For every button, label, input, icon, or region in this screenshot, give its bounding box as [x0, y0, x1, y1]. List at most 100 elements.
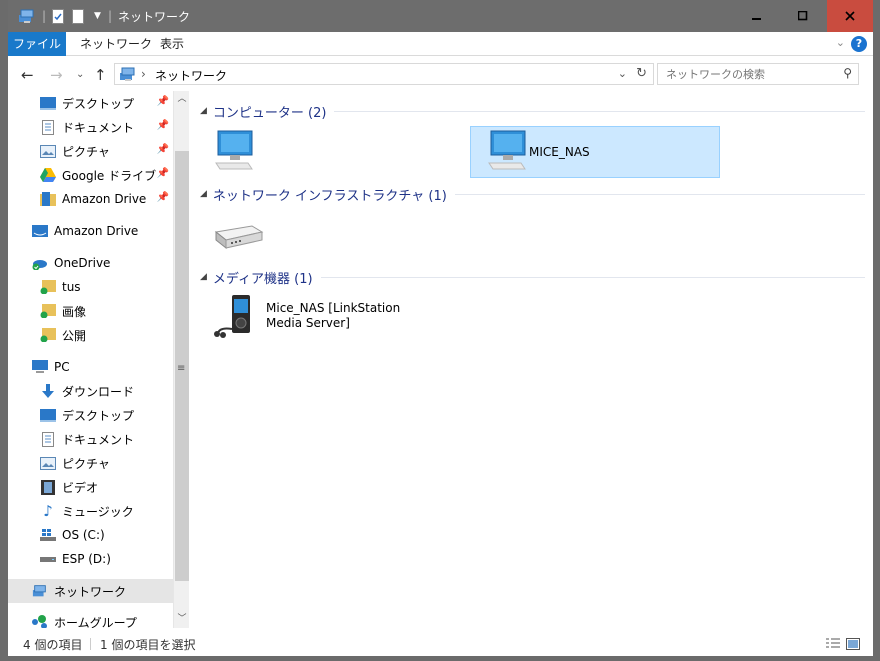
- details-view-icon[interactable]: [826, 638, 840, 653]
- scroll-up-icon[interactable]: ︿: [174, 91, 189, 108]
- nav-label: PC: [54, 360, 70, 374]
- nav-quick-pictures[interactable]: ピクチャ 📌: [8, 139, 173, 163]
- nav-label: デスクトップ: [62, 96, 135, 111]
- title-bar[interactable]: | ▼ | ネットワーク: [8, 0, 873, 32]
- pictures-icon: [40, 455, 56, 471]
- windows-drive-icon: [40, 527, 56, 543]
- nav-pc-pictures[interactable]: ピクチャ: [8, 451, 173, 475]
- nav-quick-amazon-drive[interactable]: Amazon Drive 📌: [8, 187, 173, 211]
- nav-pc-documents[interactable]: ドキュメント: [8, 427, 173, 451]
- nav-label: ネットワーク: [54, 584, 127, 599]
- pin-icon[interactable]: 📌: [157, 120, 169, 131]
- computer-item-mice-nas[interactable]: MICE_NAS: [470, 126, 720, 178]
- nav-onedrive[interactable]: OneDrive: [8, 251, 173, 275]
- forward-arrow-icon[interactable]: →: [50, 66, 63, 84]
- nav-amazon-drive[interactable]: Amazon Drive: [8, 219, 173, 243]
- nav-quick-google-drive[interactable]: Google ドライブ 📌: [8, 163, 173, 187]
- maximize-button[interactable]: [781, 0, 825, 32]
- breadcrumb-chevron-icon[interactable]: ›: [141, 67, 146, 81]
- search-icon[interactable]: ⚲: [843, 66, 852, 80]
- pin-icon[interactable]: 📌: [157, 144, 169, 155]
- group-header-media-devices[interactable]: ◢ メディア機器 (1): [200, 267, 865, 287]
- shared-folder-icon: [40, 327, 56, 343]
- status-bar: 4 個の項目 1 個の項目を選択: [8, 630, 873, 656]
- close-button[interactable]: [827, 0, 873, 32]
- nav-pc[interactable]: PC: [8, 355, 173, 379]
- large-icons-view-icon[interactable]: [846, 638, 860, 653]
- nav-onedrive-images[interactable]: 画像: [8, 299, 173, 323]
- customize-toolbar-icon[interactable]: ▼: [94, 6, 101, 26]
- nav-label: ミュージック: [62, 504, 134, 519]
- window-title: ネットワーク: [118, 10, 191, 24]
- item-label: Mice_NAS [LinkStation Media Server]: [266, 301, 401, 330]
- search-input[interactable]: [658, 64, 828, 84]
- nav-pc-music[interactable]: ♪ ミュージック: [8, 499, 173, 523]
- nav-pc-os-drive[interactable]: OS (C:): [8, 523, 173, 547]
- network-app-icon: [18, 6, 36, 26]
- nav-label: ピクチャ: [62, 456, 110, 471]
- up-arrow-icon[interactable]: ↑: [94, 66, 107, 84]
- search-box[interactable]: ⚲: [657, 63, 859, 85]
- nav-homegroup[interactable]: ホームグループ: [8, 610, 173, 628]
- collapse-triangle-icon[interactable]: ◢: [200, 272, 207, 282]
- ribbon: ファイル ネットワーク 表示 ⌄ ?: [8, 32, 873, 56]
- scroll-down-icon[interactable]: ﹀: [174, 611, 189, 628]
- group-divider: [334, 110, 865, 112]
- pin-icon[interactable]: 📌: [157, 96, 169, 107]
- breadcrumb-network[interactable]: ネットワーク: [155, 67, 227, 84]
- nav-pc-desktop[interactable]: デスクトップ: [8, 403, 173, 427]
- nav-label: ESP (D:): [62, 552, 111, 566]
- group-header-computers[interactable]: ◢ コンピューター (2): [200, 101, 865, 121]
- address-bar[interactable]: › ネットワーク ⌄ ↻: [114, 63, 654, 85]
- address-dropdown-icon[interactable]: ⌄: [618, 67, 627, 80]
- group-header-network-infrastructure[interactable]: ◢ ネットワーク インフラストラクチャ (1): [200, 184, 865, 204]
- close-icon: [845, 11, 855, 21]
- nav-label: OS (C:): [62, 528, 105, 542]
- minimize-button[interactable]: [735, 0, 779, 32]
- explorer-window: | ▼ | ネットワーク ファイル ネットワーク 表示 ⌄ ? ← → ⌄ ↑: [8, 0, 873, 656]
- nav-onedrive-tus[interactable]: tus: [8, 275, 173, 299]
- media-device-mice-nas[interactable]: Mice_NAS [LinkStation Media Server]: [212, 293, 442, 343]
- collapse-triangle-icon[interactable]: ◢: [200, 189, 207, 199]
- synced-folder-icon: [40, 303, 56, 319]
- nav-pc-videos[interactable]: ビデオ: [8, 475, 173, 499]
- nav-quick-desktop[interactable]: デスクトップ 📌: [8, 91, 173, 115]
- refresh-icon[interactable]: ↻: [636, 66, 647, 81]
- pc-icon: [32, 359, 48, 375]
- item-count: 4 個の項目: [23, 638, 83, 652]
- nav-label: ビデオ: [62, 480, 99, 495]
- network-icon: [32, 583, 48, 599]
- nav-label: ドキュメント: [62, 120, 135, 135]
- drive-icon: [40, 551, 56, 567]
- tab-file[interactable]: ファイル: [8, 32, 66, 56]
- maximize-icon: [798, 11, 808, 21]
- pin-icon[interactable]: 📌: [157, 168, 169, 179]
- group-divider: [320, 276, 865, 278]
- nav-scrollbar[interactable]: ︿ ≡ ﹀: [173, 91, 189, 628]
- nav-label: ドキュメント: [62, 432, 135, 447]
- nav-pc-downloads[interactable]: ダウンロード: [8, 379, 173, 403]
- new-folder-icon[interactable]: [72, 6, 84, 26]
- collapse-triangle-icon[interactable]: ◢: [200, 106, 207, 116]
- nav-network[interactable]: ネットワーク: [8, 579, 173, 603]
- pictures-icon: [40, 143, 56, 159]
- computer-monitor-icon: [212, 129, 260, 176]
- nav-label: ホームグループ: [54, 615, 137, 629]
- nav-quick-documents[interactable]: ドキュメント 📌: [8, 115, 173, 139]
- computer-item[interactable]: [212, 127, 302, 177]
- back-arrow-icon[interactable]: ←: [21, 66, 34, 84]
- pin-icon[interactable]: 📌: [157, 192, 169, 203]
- tab-view[interactable]: 表示: [146, 32, 198, 56]
- nav-label: 画像: [62, 304, 87, 319]
- synced-folder-icon: [40, 279, 56, 295]
- nav-onedrive-public[interactable]: 公開: [8, 323, 173, 347]
- help-icon[interactable]: ?: [851, 36, 867, 52]
- onedrive-icon: [32, 255, 48, 271]
- router-item[interactable]: [212, 213, 302, 259]
- router-icon: [212, 218, 264, 255]
- expand-ribbon-icon[interactable]: ⌄: [836, 36, 845, 49]
- scrollbar-grip-icon: ≡: [177, 363, 186, 374]
- properties-icon[interactable]: [52, 6, 64, 26]
- nav-pc-esp-drive[interactable]: ESP (D:): [8, 547, 173, 571]
- recent-locations-icon[interactable]: ⌄: [76, 69, 84, 80]
